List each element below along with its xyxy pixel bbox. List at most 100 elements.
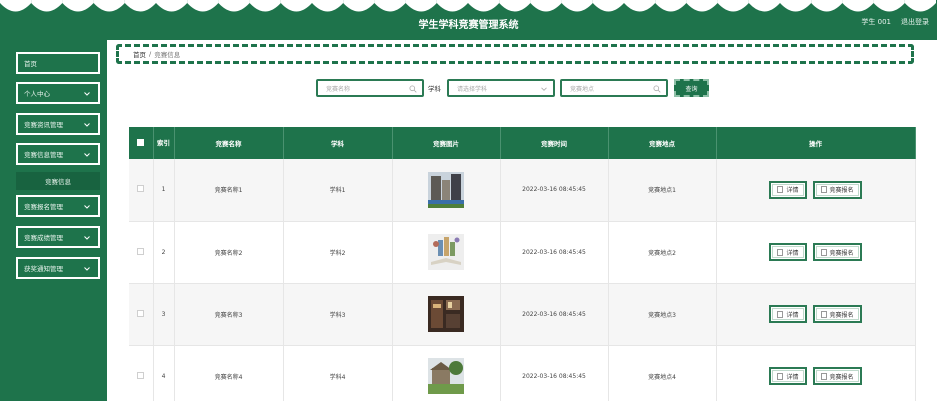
scallop-shape bbox=[62, 0, 94, 12]
signup-button[interactable]: 竞赛报名 bbox=[812, 367, 862, 385]
location-input[interactable]: 竞赛地点 bbox=[560, 79, 668, 97]
row-image-cell bbox=[392, 345, 501, 401]
chevron-down-icon bbox=[84, 205, 90, 209]
document-icon bbox=[820, 372, 827, 380]
table-row: 2 竞赛名称2 学科2 2022-03-16 08:45:45 竞赛地点2 详情… bbox=[129, 221, 916, 284]
search-button-label: 查询 bbox=[685, 85, 698, 93]
row-index: 1 bbox=[153, 159, 175, 222]
sidebar-item-signup-management[interactable]: 竞赛报名管理 bbox=[16, 195, 100, 217]
detail-button[interactable]: 详情 bbox=[769, 180, 807, 199]
scallop-shape bbox=[468, 0, 500, 12]
app-title: 学生学科竞赛管理系统 bbox=[418, 20, 519, 31]
signup-button[interactable]: 竞赛报名 bbox=[812, 305, 862, 323]
scallop-shape bbox=[374, 0, 406, 12]
sidebar-item-news-management[interactable]: 竞赛资讯管理 bbox=[16, 113, 100, 135]
signup-button[interactable]: 竞赛报名 bbox=[812, 243, 862, 261]
row-checkbox[interactable] bbox=[137, 309, 145, 317]
row-name: 竞赛名称3 bbox=[174, 283, 284, 346]
header-select-all[interactable] bbox=[129, 127, 154, 159]
scallop-shape bbox=[187, 0, 219, 12]
row-select bbox=[129, 283, 154, 346]
chevron-down-icon bbox=[84, 236, 90, 240]
breadcrumb-current: 竞赛信息 bbox=[154, 51, 181, 59]
scallop-shape bbox=[0, 0, 32, 12]
scallop-shape bbox=[530, 0, 562, 12]
row-name: 竞赛名称2 bbox=[174, 221, 284, 284]
row-subject: 学科4 bbox=[283, 345, 393, 401]
breadcrumb: 首页 / 竞赛信息 bbox=[116, 44, 914, 64]
signup-button-label: 竞赛报名 bbox=[829, 373, 854, 381]
table-header-row: 索引 竞赛名称 学科 竞赛图片 竞赛时间 竞赛地点 操作 bbox=[129, 127, 916, 159]
scallop-shape bbox=[499, 0, 531, 12]
row-checkbox[interactable] bbox=[137, 185, 145, 193]
input-placeholder: 竞赛名称 bbox=[326, 85, 351, 93]
scallop-shape bbox=[624, 0, 656, 12]
row-location: 竞赛地点4 bbox=[608, 345, 717, 401]
sidebar-item-personal-center[interactable]: 个人中心 bbox=[16, 82, 100, 104]
row-index: 3 bbox=[153, 283, 175, 346]
scallop-shape bbox=[561, 0, 593, 12]
row-image-cell bbox=[392, 159, 501, 222]
chevron-down-icon bbox=[541, 87, 547, 91]
sidebar-item-label: 竞赛报名管理 bbox=[24, 203, 63, 211]
chevron-down-icon bbox=[84, 267, 90, 271]
document-icon bbox=[777, 186, 784, 194]
select-all-checkbox[interactable] bbox=[137, 138, 145, 146]
scallop-shape bbox=[93, 0, 125, 12]
scallop-shape bbox=[904, 0, 936, 12]
table-row: 3 竞赛名称3 学科3 2022-03-16 08:45:45 竞赛地点3 详情… bbox=[129, 283, 916, 346]
row-subject: 学科2 bbox=[283, 221, 393, 284]
document-icon bbox=[820, 186, 827, 194]
submenu-label: 竞赛信息 bbox=[45, 178, 71, 186]
search-icon bbox=[653, 85, 661, 93]
row-location: 竞赛地点1 bbox=[608, 159, 717, 222]
detail-button[interactable]: 详情 bbox=[769, 243, 807, 261]
row-index: 2 bbox=[153, 221, 175, 284]
row-actions: 详情 竞赛报名 bbox=[716, 345, 916, 401]
scallop-shape bbox=[124, 0, 156, 12]
scallop-shape bbox=[436, 0, 468, 12]
detail-button-label: 详情 bbox=[786, 311, 799, 319]
header-image: 竞赛图片 bbox=[392, 127, 501, 159]
table-row: 1 竞赛名称1 学科1 2022-03-16 08:45:45 竞赛地点1 详情… bbox=[129, 159, 916, 222]
detail-button[interactable]: 详情 bbox=[769, 305, 807, 323]
row-image-cell bbox=[392, 283, 501, 346]
scallop-shape bbox=[717, 0, 749, 12]
row-checkbox[interactable] bbox=[137, 371, 145, 379]
chevron-down-icon bbox=[84, 123, 90, 127]
sidebar-item-home[interactable]: 首页 bbox=[16, 52, 100, 74]
header-index: 索引 bbox=[153, 127, 175, 159]
sidebar-item-competition-info-management[interactable]: 竞赛信息管理 bbox=[16, 143, 100, 165]
row-location: 竞赛地点2 bbox=[608, 221, 717, 284]
detail-button-label: 详情 bbox=[786, 373, 799, 381]
scallop-shape bbox=[249, 0, 281, 12]
signup-button-label: 竞赛报名 bbox=[829, 249, 854, 257]
scallop-shape bbox=[592, 0, 624, 12]
logout-link[interactable]: 退出登录 bbox=[901, 17, 929, 27]
row-select bbox=[129, 159, 154, 222]
breadcrumb-separator: / bbox=[149, 50, 152, 58]
row-name: 竞赛名称1 bbox=[174, 159, 284, 222]
breadcrumb-home[interactable]: 首页 bbox=[133, 49, 146, 59]
scallop-shape bbox=[312, 0, 344, 12]
row-select bbox=[129, 345, 154, 401]
sidebar-item-score-management[interactable]: 竞赛成绩管理 bbox=[16, 226, 100, 248]
row-checkbox[interactable] bbox=[137, 247, 145, 255]
sidebar-subitem-competition-info[interactable]: 竞赛信息 bbox=[16, 172, 100, 190]
signup-button[interactable]: 竞赛报名 bbox=[812, 180, 862, 199]
row-time: 2022-03-16 08:45:45 bbox=[500, 283, 609, 346]
detail-button[interactable]: 详情 bbox=[769, 367, 807, 385]
competition-name-input[interactable]: 竞赛名称 bbox=[316, 79, 424, 97]
sidebar-item-award-notice-management[interactable]: 获奖通知管理 bbox=[16, 257, 100, 279]
top-header: 学生学科竞赛管理系统 学生 001 退出登录 bbox=[0, 0, 937, 40]
scallop-shape bbox=[780, 0, 812, 12]
building-garden-image bbox=[428, 358, 464, 394]
search-button[interactable]: 查询 bbox=[674, 79, 709, 97]
row-subject: 学科3 bbox=[283, 283, 393, 346]
row-location: 竞赛地点3 bbox=[608, 283, 717, 346]
sidebar-item-label: 竞赛成绩管理 bbox=[24, 234, 63, 242]
select-placeholder: 请选择学科 bbox=[457, 85, 488, 93]
subject-select[interactable]: 请选择学科 bbox=[447, 79, 555, 97]
row-name: 竞赛名称4 bbox=[174, 345, 284, 401]
scallop-shape bbox=[842, 0, 874, 12]
